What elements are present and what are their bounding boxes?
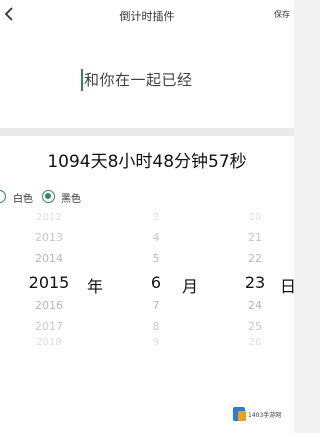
picker-day[interactable]: 24: [220, 299, 290, 312]
picker-row[interactable]: 2018 9 26: [0, 337, 294, 347]
picker-selected-year[interactable]: 2015: [14, 273, 84, 292]
picker-day[interactable]: 22: [220, 252, 290, 265]
countdown-display: 1094天8小时48分钟57秒: [47, 152, 247, 172]
picker-day[interactable]: 20: [220, 212, 290, 223]
picker-month-unit: 月: [182, 277, 199, 296]
theme-option-label: 黑色: [61, 194, 81, 205]
picker-month[interactable]: 7: [126, 299, 186, 312]
site-watermark: 1403手游网: [230, 403, 288, 427]
picker-row[interactable]: 2016 7 24: [0, 299, 294, 321]
watermark-logo-icon: [238, 411, 246, 421]
picker-year-unit: 年: [87, 277, 104, 296]
picker-row[interactable]: 2014 5 22: [0, 252, 294, 274]
picker-day-unit: 日: [280, 277, 297, 296]
picker-day[interactable]: 21: [220, 231, 290, 244]
picker-day[interactable]: 26: [220, 337, 290, 347]
section-divider: [0, 128, 294, 136]
picker-month[interactable]: 5: [126, 252, 186, 265]
watermark-text: 1403手游网: [248, 412, 282, 419]
picker-year[interactable]: 2018: [14, 337, 84, 347]
picker-month[interactable]: 9: [126, 337, 186, 347]
save-button[interactable]: 保存: [274, 9, 294, 20]
picker-month[interactable]: 4: [126, 231, 186, 244]
theme-option-label: 白色: [13, 194, 33, 205]
radio-selected-icon[interactable]: [42, 190, 55, 203]
text-cursor: [81, 69, 83, 91]
picker-year[interactable]: 2012: [14, 212, 84, 223]
countdown-text-input[interactable]: 和你在一起已经: [84, 69, 193, 90]
picker-year[interactable]: 2016: [14, 299, 84, 312]
picker-row[interactable]: 2013 4 21: [0, 231, 294, 253]
picker-day[interactable]: 25: [220, 320, 290, 333]
picker-month[interactable]: 3: [126, 212, 186, 223]
picker-year[interactable]: 2013: [14, 231, 84, 244]
picker-selected-month[interactable]: 6: [126, 273, 186, 292]
picker-year[interactable]: 2017: [14, 320, 84, 333]
picker-selected-row[interactable]: 2015 年 6 月 23 日: [0, 273, 297, 296]
page-title: 倒计时插件: [119, 10, 175, 23]
picker-year[interactable]: 2014: [14, 252, 84, 265]
top-bar: 倒计时插件 保存: [0, 0, 294, 32]
picker-month[interactable]: 8: [126, 320, 186, 333]
